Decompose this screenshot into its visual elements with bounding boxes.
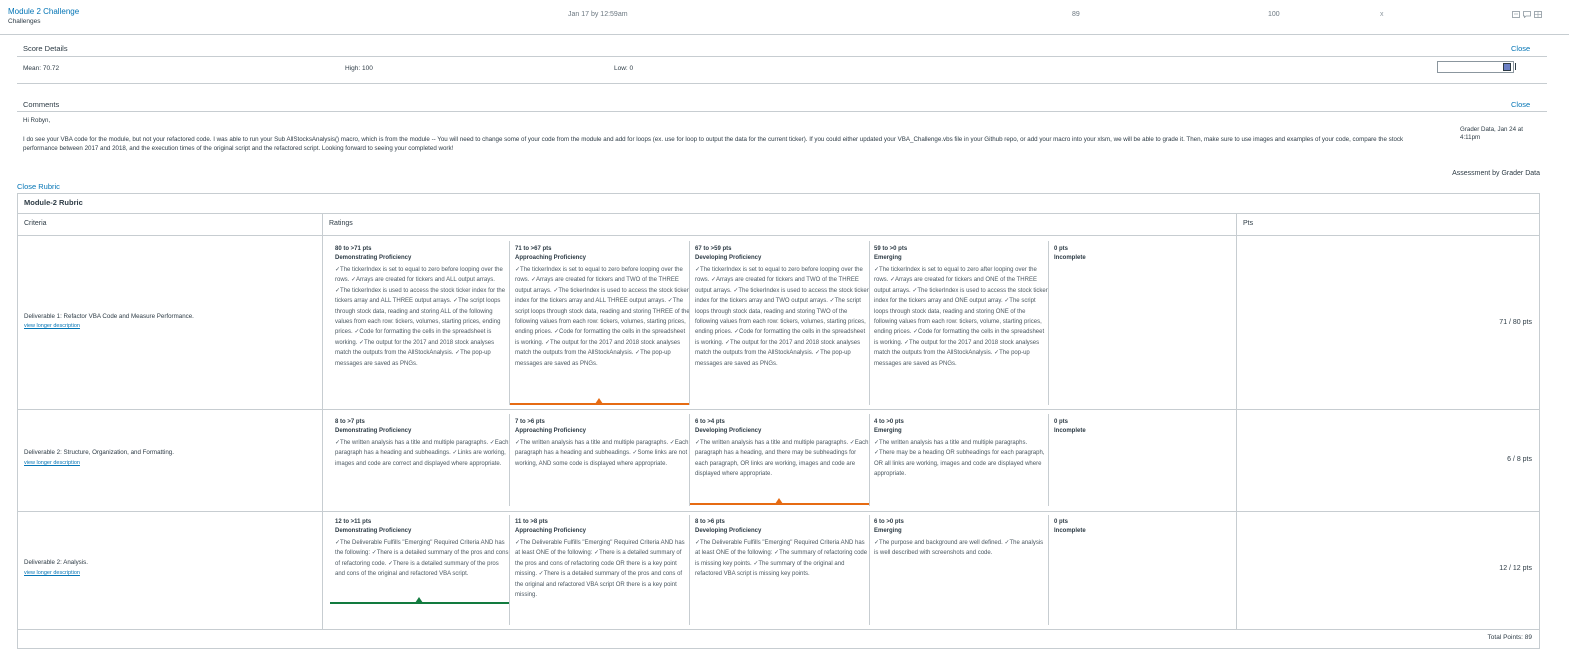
rating-cell-selected: 71 to >67 pts Approaching Proficiency ✓T… xyxy=(515,245,690,369)
rating-description: ✓The Deliverable Fulfills "Emerging" Req… xyxy=(515,540,685,599)
rating-points: 0 pts xyxy=(1054,246,1069,252)
criterion-1-name: Deliverable 1: Refactor VBA Code and Mea… xyxy=(24,313,194,320)
rubric-title: Module-2 Rubric xyxy=(24,198,83,207)
status-x: x xyxy=(1380,11,1384,18)
rating-description: ✓The written analysis has a title and mu… xyxy=(874,440,1045,478)
criterion-1-view-longer[interactable]: view longer description xyxy=(24,323,80,329)
rating-cell: 67 to >59 pts Developing Proficiency ✓Th… xyxy=(695,245,870,369)
rating-cell: 0 pts Incomplete xyxy=(1054,245,1174,263)
rating-points: 80 to >71 pts xyxy=(335,246,372,252)
comment-author-date: Grader Data, Jan 24 at 4:11pm xyxy=(1460,126,1523,141)
stat-high: High: 100 xyxy=(345,65,373,72)
criterion-3-points: 12 / 12 pts xyxy=(1499,565,1532,572)
rating-name: Developing Proficiency xyxy=(695,528,762,534)
rating-name: Developing Proficiency xyxy=(695,255,762,261)
rating-cell: 6 to >0 pts Emerging ✓The purpose and ba… xyxy=(874,518,1049,559)
rating-name: Emerging xyxy=(874,528,902,534)
points-possible: 100 xyxy=(1268,11,1280,18)
rating-name: Incomplete xyxy=(1054,428,1086,434)
rubric-icon[interactable] xyxy=(1534,11,1542,18)
criterion-1-points: 71 / 80 pts xyxy=(1499,319,1532,326)
rating-cell: 8 to >7 pts Demonstrating Proficiency ✓T… xyxy=(335,418,510,469)
rating-description: ✓The purpose and background are well def… xyxy=(874,540,1044,557)
score-details-close[interactable]: Close xyxy=(1511,44,1530,53)
rating-description: ✓The Deliverable Fulfills "Emerging" Req… xyxy=(335,540,509,578)
rating-description: ✓The written analysis has a title and mu… xyxy=(515,440,689,467)
stat-mean: Mean: 70.72 xyxy=(23,65,60,72)
rating-name: Demonstrating Proficiency xyxy=(335,528,412,534)
assessment-by: Assessment by Grader Data xyxy=(1452,170,1540,177)
comment-greeting: Hi Robyn, xyxy=(23,117,51,124)
rating-points: 59 to >0 pts xyxy=(874,246,908,252)
rating-cell-selected: 6 to >4 pts Developing Proficiency ✓The … xyxy=(695,418,870,480)
rating-name: Incomplete xyxy=(1054,255,1086,261)
rating-points: 4 to >0 pts xyxy=(874,419,904,425)
high-score-marker xyxy=(1515,63,1518,70)
rating-cell: 8 to >6 pts Developing Proficiency ✓The … xyxy=(695,518,870,580)
rating-points: 0 pts xyxy=(1054,419,1069,425)
rating-points: 12 to >11 pts xyxy=(335,519,372,525)
rating-name: Emerging xyxy=(874,428,902,434)
selected-rating-bar xyxy=(330,602,509,604)
your-score-marker xyxy=(1503,63,1511,71)
rating-points: 6 to >0 pts xyxy=(874,519,904,525)
rating-points: 8 to >6 pts xyxy=(695,519,725,525)
criterion-3-name: Deliverable 2: Analysis. xyxy=(24,559,88,566)
selected-rating-bar xyxy=(510,403,689,405)
criterion-3-view-longer[interactable]: view longer description xyxy=(24,570,80,576)
rating-name: Demonstrating Proficiency xyxy=(335,255,412,261)
rating-cell: 0 pts Incomplete xyxy=(1054,518,1174,536)
score-details-title: Score Details xyxy=(23,44,68,53)
details-icon[interactable] xyxy=(1512,11,1520,18)
rating-description: ✓The written analysis has a title and mu… xyxy=(695,440,869,478)
rating-description: ✓The tickerIndex is set to equal to zero… xyxy=(695,267,869,367)
rating-description: ✓The tickerIndex is set to equal to zero… xyxy=(335,267,506,367)
stat-low: Low: 0 xyxy=(614,65,634,72)
comments-title: Comments xyxy=(23,100,60,109)
rating-points: 71 to >67 pts xyxy=(515,246,552,252)
column-ratings: Ratings xyxy=(329,220,353,227)
rating-name: Emerging xyxy=(874,255,902,261)
rating-cell-selected: 12 to >11 pts Demonstrating Proficiency … xyxy=(335,518,510,580)
rating-name: Approaching Proficiency xyxy=(515,428,587,434)
rating-cell: 4 to >0 pts Emerging ✓The written analys… xyxy=(874,418,1049,480)
comments-icon[interactable] xyxy=(1523,11,1531,19)
rating-points: 11 to >8 pts xyxy=(515,519,548,525)
rating-points: 6 to >4 pts xyxy=(695,419,725,425)
close-rubric-link[interactable]: Close Rubric xyxy=(17,182,60,191)
rating-cell: 59 to >0 pts Emerging ✓The tickerIndex i… xyxy=(874,245,1049,369)
criterion-2-view-longer[interactable]: view longer description xyxy=(24,460,80,466)
rating-points: 8 to >7 pts xyxy=(335,419,365,425)
rating-points: 7 to >6 pts xyxy=(515,419,545,425)
rating-cell: 80 to >71 pts Demonstrating Proficiency … xyxy=(335,245,510,369)
rating-cell: 11 to >8 pts Approaching Proficiency ✓Th… xyxy=(515,518,690,600)
rating-name: Demonstrating Proficiency xyxy=(335,428,412,434)
rating-cell: 7 to >6 pts Approaching Proficiency ✓The… xyxy=(515,418,690,469)
rating-name: Incomplete xyxy=(1054,528,1086,534)
row-icons xyxy=(1512,11,1542,19)
criterion-2-points: 6 / 8 pts xyxy=(1507,456,1532,463)
assignment-group: Challenges xyxy=(8,18,41,25)
score: 89 xyxy=(1072,11,1080,18)
selected-rating-bar xyxy=(690,503,869,505)
comment-body: I do see your VBA code for the module, b… xyxy=(23,136,1404,152)
rating-description: ✓The Deliverable Fulfills "Emerging" Req… xyxy=(695,540,868,578)
rating-name: Approaching Proficiency xyxy=(515,528,587,534)
assignment-title-link[interactable]: Module 2 Challenge xyxy=(8,7,79,16)
column-pts: Pts xyxy=(1243,220,1254,227)
criterion-2-name: Deliverable 2: Structure, Organization, … xyxy=(24,449,174,456)
rating-cell: 0 pts Incomplete xyxy=(1054,418,1174,436)
rating-points: 67 to >59 pts xyxy=(695,246,732,252)
rating-points: 0 pts xyxy=(1054,519,1069,525)
comments-close[interactable]: Close xyxy=(1511,100,1530,109)
rating-description: ✓The written analysis has a title and mu… xyxy=(335,440,509,467)
rating-description: ✓The tickerIndex is set to equal to zero… xyxy=(515,267,690,367)
rating-name: Developing Proficiency xyxy=(695,428,762,434)
due-date: Jan 17 by 12:59am xyxy=(568,11,628,18)
rating-name: Approaching Proficiency xyxy=(515,255,587,261)
column-criteria: Criteria xyxy=(24,220,47,227)
rating-description: ✓The tickerIndex is set to equal to zero… xyxy=(874,267,1048,367)
total-points: Total Points: 89 xyxy=(1487,634,1532,641)
